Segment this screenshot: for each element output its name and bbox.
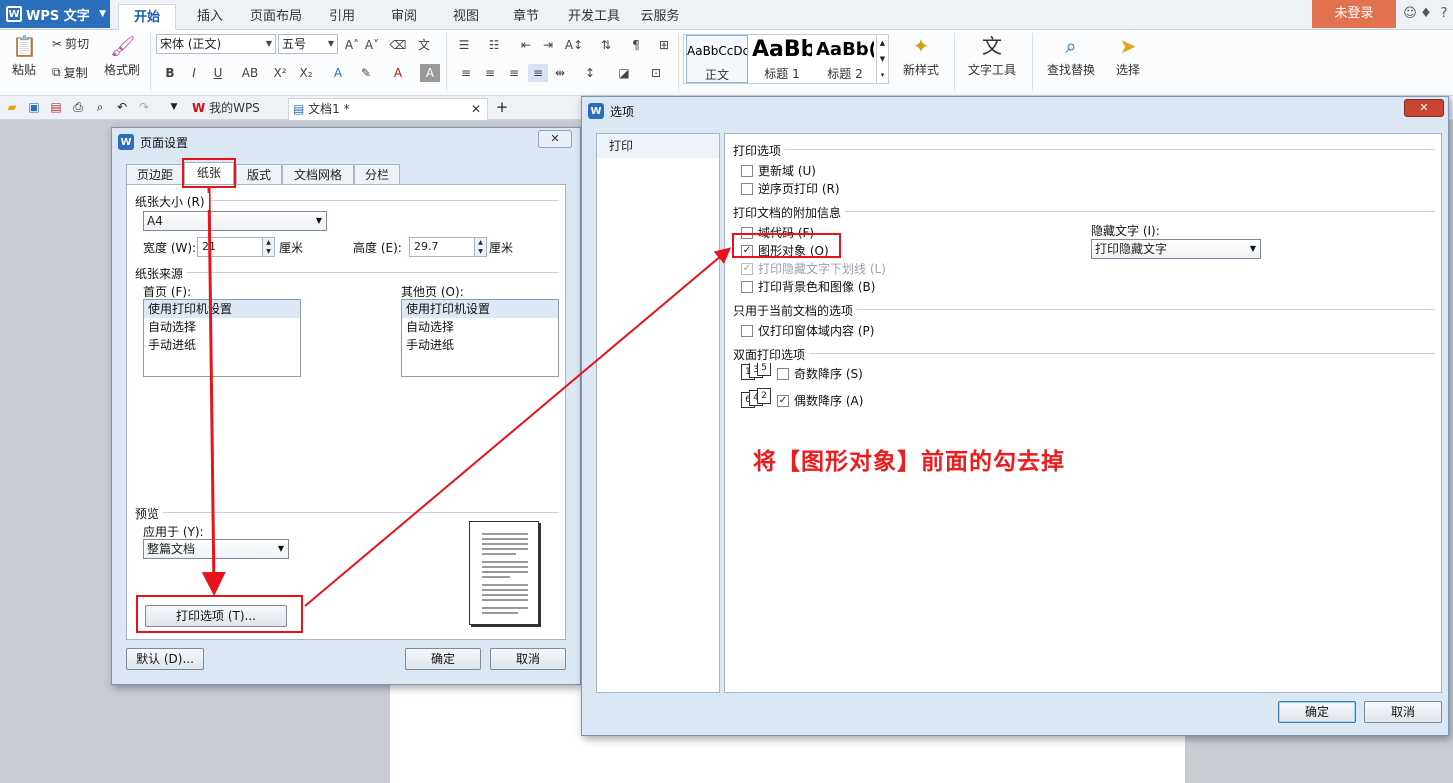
arrow-down	[201, 187, 226, 596]
group-label: 纸张来源	[135, 265, 188, 282]
group-label: 打印选项	[733, 142, 786, 159]
group-label: 打印文档的附加信息	[733, 204, 846, 221]
group-label: 预览	[135, 505, 164, 522]
group-label: 只用于当前文档的选项	[733, 302, 858, 319]
arrow-to-option	[304, 247, 732, 607]
annotation-arrows	[201, 187, 732, 607]
group-label: 纸张大小 (R)	[135, 193, 209, 210]
group-label: 双面打印选项	[733, 346, 810, 363]
